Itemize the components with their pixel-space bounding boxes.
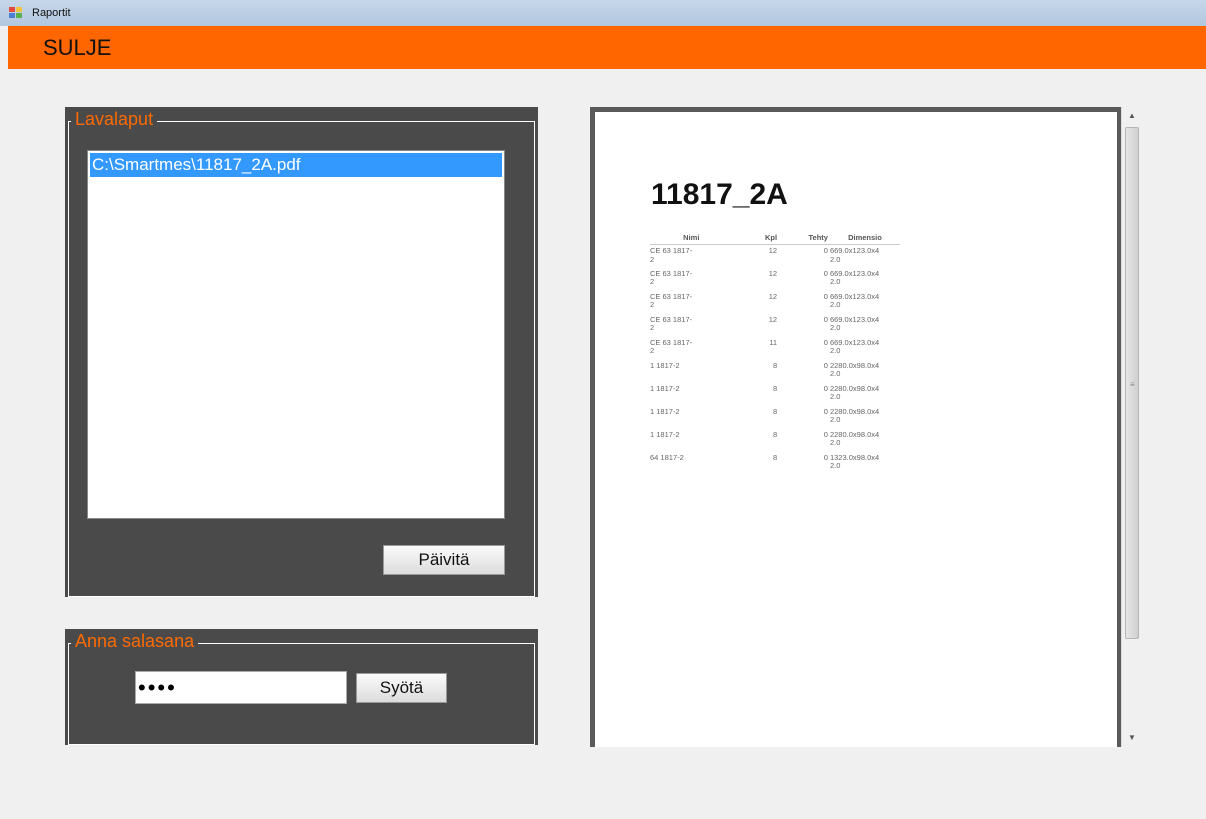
scroll-thumb[interactable]: ≡	[1125, 127, 1139, 639]
cell-nimi: CE 63 1817- 2	[650, 314, 693, 332]
cell-dimensio: 2280.0x98.0x4 2.0	[829, 406, 880, 424]
cell-nimi: 1 1817-2	[650, 383, 680, 393]
cell-dimensio: 669.0x123.0x4 2.0	[829, 314, 880, 332]
submit-button[interactable]: Syötä	[356, 673, 447, 703]
reports-group: Lavalaput C:\Smartmes\11817_2A.pdf Päivi…	[65, 107, 538, 597]
report-file-list[interactable]: C:\Smartmes\11817_2A.pdf	[87, 150, 505, 519]
column-header-tehty: Tehty	[777, 233, 828, 245]
cell-nimi: 1 1817-2	[650, 360, 680, 370]
column-header-kpl: Kpl	[732, 233, 778, 245]
column-header-nimi: Nimi	[650, 233, 733, 245]
cell-dimensio: 1323.0x98.0x4 2.0	[829, 452, 880, 470]
table-row: CE 63 1817- 2 11 0 669.0x123.0x4 2.0	[650, 337, 900, 360]
cell-nimi: CE 63 1817- 2	[650, 268, 693, 286]
cell-kpl: 8	[772, 360, 778, 370]
close-button[interactable]: SULJE	[43, 35, 111, 61]
app-window-icon	[9, 7, 23, 19]
table-row: 64 1817-2 8 0 1323.0x98.0x4 2.0	[650, 452, 900, 475]
table-row: 1 1817-2 8 0 2280.0x98.0x4 2.0	[650, 429, 900, 452]
cell-dimensio: 2280.0x98.0x4 2.0	[829, 360, 880, 378]
cell-tehty: 0	[823, 314, 828, 324]
cell-tehty: 0	[823, 360, 828, 370]
cell-kpl: 12	[768, 268, 778, 278]
password-group: Anna salasana •••• Syötä	[65, 629, 538, 745]
scroll-down-arrow-icon[interactable]: ▼	[1122, 733, 1142, 742]
scroll-up-arrow-icon[interactable]: ▲	[1122, 111, 1142, 120]
cell-nimi: CE 63 1817- 2	[650, 337, 693, 355]
cell-tehty: 0	[823, 246, 828, 255]
cell-dimensio: 669.0x123.0x4 2.0	[829, 291, 880, 309]
cell-tehty: 0	[823, 429, 828, 439]
table-row: CE 63 1817- 2 12 0 669.0x123.0x4 2.0	[650, 245, 900, 268]
list-item[interactable]: C:\Smartmes\11817_2A.pdf	[90, 153, 502, 177]
refresh-button[interactable]: Päivitä	[383, 545, 505, 575]
cell-kpl: 8	[772, 452, 778, 462]
toolbar: SULJE	[8, 26, 1206, 69]
vertical-scrollbar[interactable]: ▲ ≡ ▼	[1121, 107, 1142, 747]
pdf-page: 11817_2A Nimi Kpl Tehty Dimensio CE 63 1…	[595, 112, 1117, 747]
cell-dimensio: 2280.0x98.0x4 2.0	[829, 383, 880, 401]
password-group-legend: Anna salasana	[71, 631, 199, 651]
document-table: Nimi Kpl Tehty Dimensio CE 63 1817- 2 12 0…	[650, 233, 900, 475]
cell-nimi: 64 1817-2	[650, 452, 684, 462]
cell-kpl: 12	[768, 246, 778, 255]
cell-kpl: 8	[772, 383, 778, 393]
pdf-viewer[interactable]: 11817_2A Nimi Kpl Tehty Dimensio CE 63 1…	[590, 107, 1142, 747]
cell-tehty: 0	[823, 383, 828, 393]
cell-nimi: 1 1817-2	[650, 429, 680, 439]
table-row: CE 63 1817- 2 12 0 669.0x123.0x4 2.0	[650, 291, 900, 314]
cell-dimensio: 2280.0x98.0x4 2.0	[829, 429, 880, 447]
column-header-dimensio: Dimensio	[827, 233, 900, 245]
table-row: 1 1817-2 8 0 2280.0x98.0x4 2.0	[650, 383, 900, 406]
cell-nimi: CE 63 1817- 2	[650, 291, 693, 309]
scroll-grip-icon: ≡	[1130, 380, 1135, 389]
table-row: 1 1817-2 8 0 2280.0x98.0x4 2.0	[650, 406, 900, 429]
cell-tehty: 0	[823, 291, 828, 301]
table-row: 1 1817-2 8 0 2280.0x98.0x4 2.0	[650, 360, 900, 383]
cell-dimensio: 669.0x123.0x4 2.0	[829, 268, 880, 286]
cell-kpl: 8	[772, 429, 778, 439]
cell-tehty: 0	[823, 452, 828, 462]
cell-nimi: 1 1817-2	[650, 406, 680, 416]
table-row: CE 63 1817- 2 12 0 669.0x123.0x4 2.0	[650, 268, 900, 291]
cell-kpl: 12	[768, 314, 778, 324]
cell-nimi: CE 63 1817- 2	[650, 246, 693, 264]
cell-dimensio: 669.0x123.0x4 2.0	[829, 246, 880, 264]
cell-tehty: 0	[823, 268, 828, 278]
cell-dimensio: 669.0x123.0x4 2.0	[829, 337, 880, 355]
reports-group-legend: Lavalaput	[71, 109, 158, 129]
cell-kpl: 11	[769, 337, 778, 347]
table-row: CE 63 1817- 2 12 0 669.0x123.0x4 2.0	[650, 314, 900, 337]
window-title: Raportit	[32, 7, 71, 19]
title-bar: Raportit	[0, 0, 1206, 26]
cell-tehty: 0	[823, 337, 828, 347]
password-input[interactable]: ••••	[135, 671, 347, 704]
cell-kpl: 12	[768, 291, 778, 301]
cell-tehty: 0	[823, 406, 828, 416]
document-title: 11817_2A	[651, 178, 788, 211]
cell-kpl: 8	[772, 406, 778, 416]
